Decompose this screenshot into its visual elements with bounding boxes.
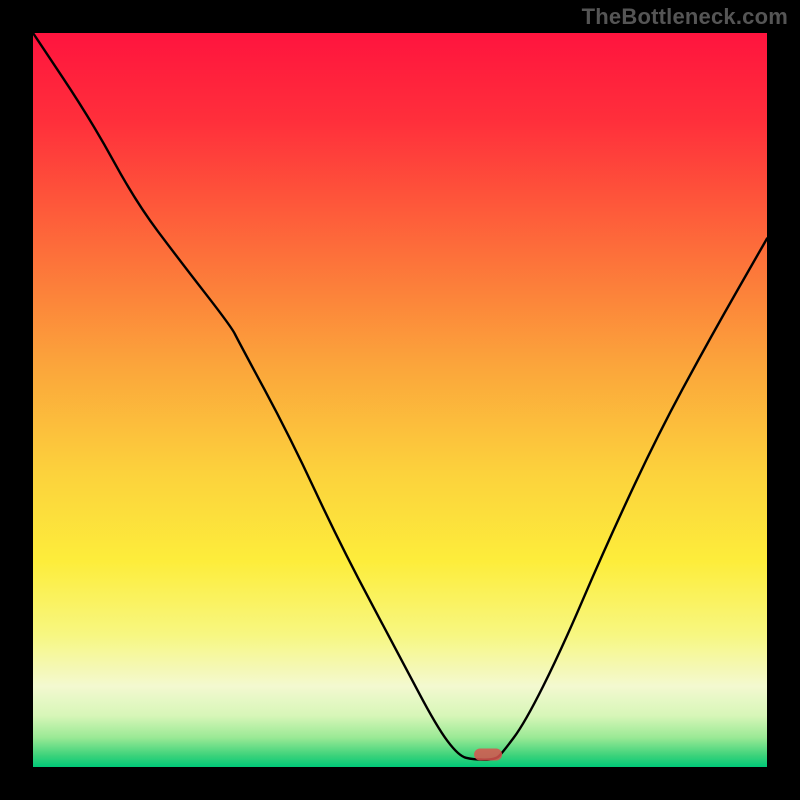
- optimum-marker: [474, 749, 502, 761]
- watermark-text: TheBottleneck.com: [582, 4, 788, 30]
- chart-container: TheBottleneck.com: [0, 0, 800, 800]
- bottleneck-chart: [33, 33, 767, 767]
